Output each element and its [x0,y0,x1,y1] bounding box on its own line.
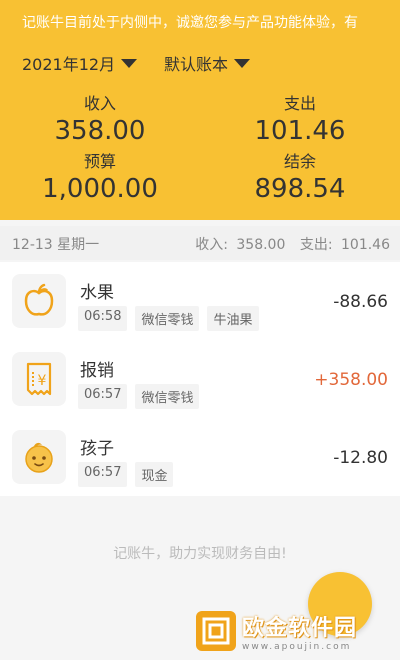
item-account: 微信零钱 [135,306,200,331]
day-income-label: 收入: [195,237,228,253]
balance-value: 898.54 [254,174,346,204]
footer-slogan: 记账牛，助力实现财务自由! [113,546,287,562]
item-tags: 06:58 微信零钱 牛油果 [78,306,267,331]
day-date: 12-13 星期一 [12,237,100,253]
day-expense-label: 支出: [299,237,333,253]
item-tags: 06:57 现金 [78,462,181,487]
expense-stat: 支出 101.46 [220,90,380,146]
day-sums: 收入: 358.00 支出: 101.46 [191,234,390,254]
item-time: 06:57 [78,462,128,487]
selector-row: 2021年12月 默认账本 [0,48,400,78]
month-label: 2021年12月 [22,55,116,74]
watermark: 欧金软件园 www.apoujin.com [196,603,396,659]
notice-marquee[interactable]: 记账牛目前处于内侧中，诚邀您参与产品功能体验，有 [0,10,400,36]
item-name: 水果 [80,283,114,303]
child-face-icon [12,430,66,484]
receipt-icon: ¥ [12,352,66,406]
expense-label: 支出 [283,94,316,113]
watermark-text: 欧金软件园 www.apoujin.com [242,610,357,652]
budget-label: 预算 [83,152,116,171]
chevron-down-icon [121,58,138,68]
item-amount: +358.00 [314,370,388,390]
item-account: 现金 [135,462,174,487]
balance-stat: 结余 898.54 [220,148,380,204]
list-item[interactable]: 孩子 06:57 现金 -12.80 [0,418,400,496]
item-amount: -12.80 [333,448,388,468]
day-income-value: 358.00 [236,237,286,253]
svg-text:¥: ¥ [38,373,47,389]
expense-value: 101.46 [254,116,346,146]
item-time: 06:57 [78,384,128,409]
day-header: 12-13 星期一 收入: 358.00 支出: 101.46 [0,226,400,260]
watermark-url: www.apoujin.com [242,642,352,652]
day-expense-value: 101.46 [341,237,390,253]
income-value: 358.00 [54,116,146,146]
balance-label: 结余 [283,152,316,171]
item-name: 孩子 [80,439,114,459]
book-label: 默认账本 [164,55,229,74]
chevron-down-icon [234,58,251,68]
item-tags: 06:57 微信零钱 [78,384,207,409]
item-account: 微信零钱 [135,384,200,409]
month-selector[interactable]: 2021年12月 [22,48,138,78]
budget-value: 1,000.00 [42,174,158,204]
transaction-list: 水果 06:58 微信零钱 牛油果 -88.66 ¥ 报销 06:57 微信零钱… [0,262,400,496]
income-label: 收入 [83,94,116,113]
summary-header: 记账牛目前处于内侧中，诚邀您参与产品功能体验，有 2021年12月 默认账本 收… [0,0,400,220]
item-time: 06:58 [78,306,128,331]
list-item[interactable]: ¥ 报销 06:57 微信零钱 +358.00 [0,340,400,418]
book-selector[interactable]: 默认账本 [164,48,251,78]
item-note: 牛油果 [207,306,259,331]
list-item[interactable]: 水果 06:58 微信零钱 牛油果 -88.66 [0,262,400,340]
item-amount: -88.66 [333,292,388,312]
watermark-title: 欧金软件园 [242,616,358,641]
watermark-logo-icon [196,611,236,651]
item-name: 报销 [80,361,114,381]
income-stat: 收入 358.00 [20,90,180,146]
budget-stat[interactable]: 预算 1,000.00 [20,148,180,204]
apple-icon [12,274,66,328]
